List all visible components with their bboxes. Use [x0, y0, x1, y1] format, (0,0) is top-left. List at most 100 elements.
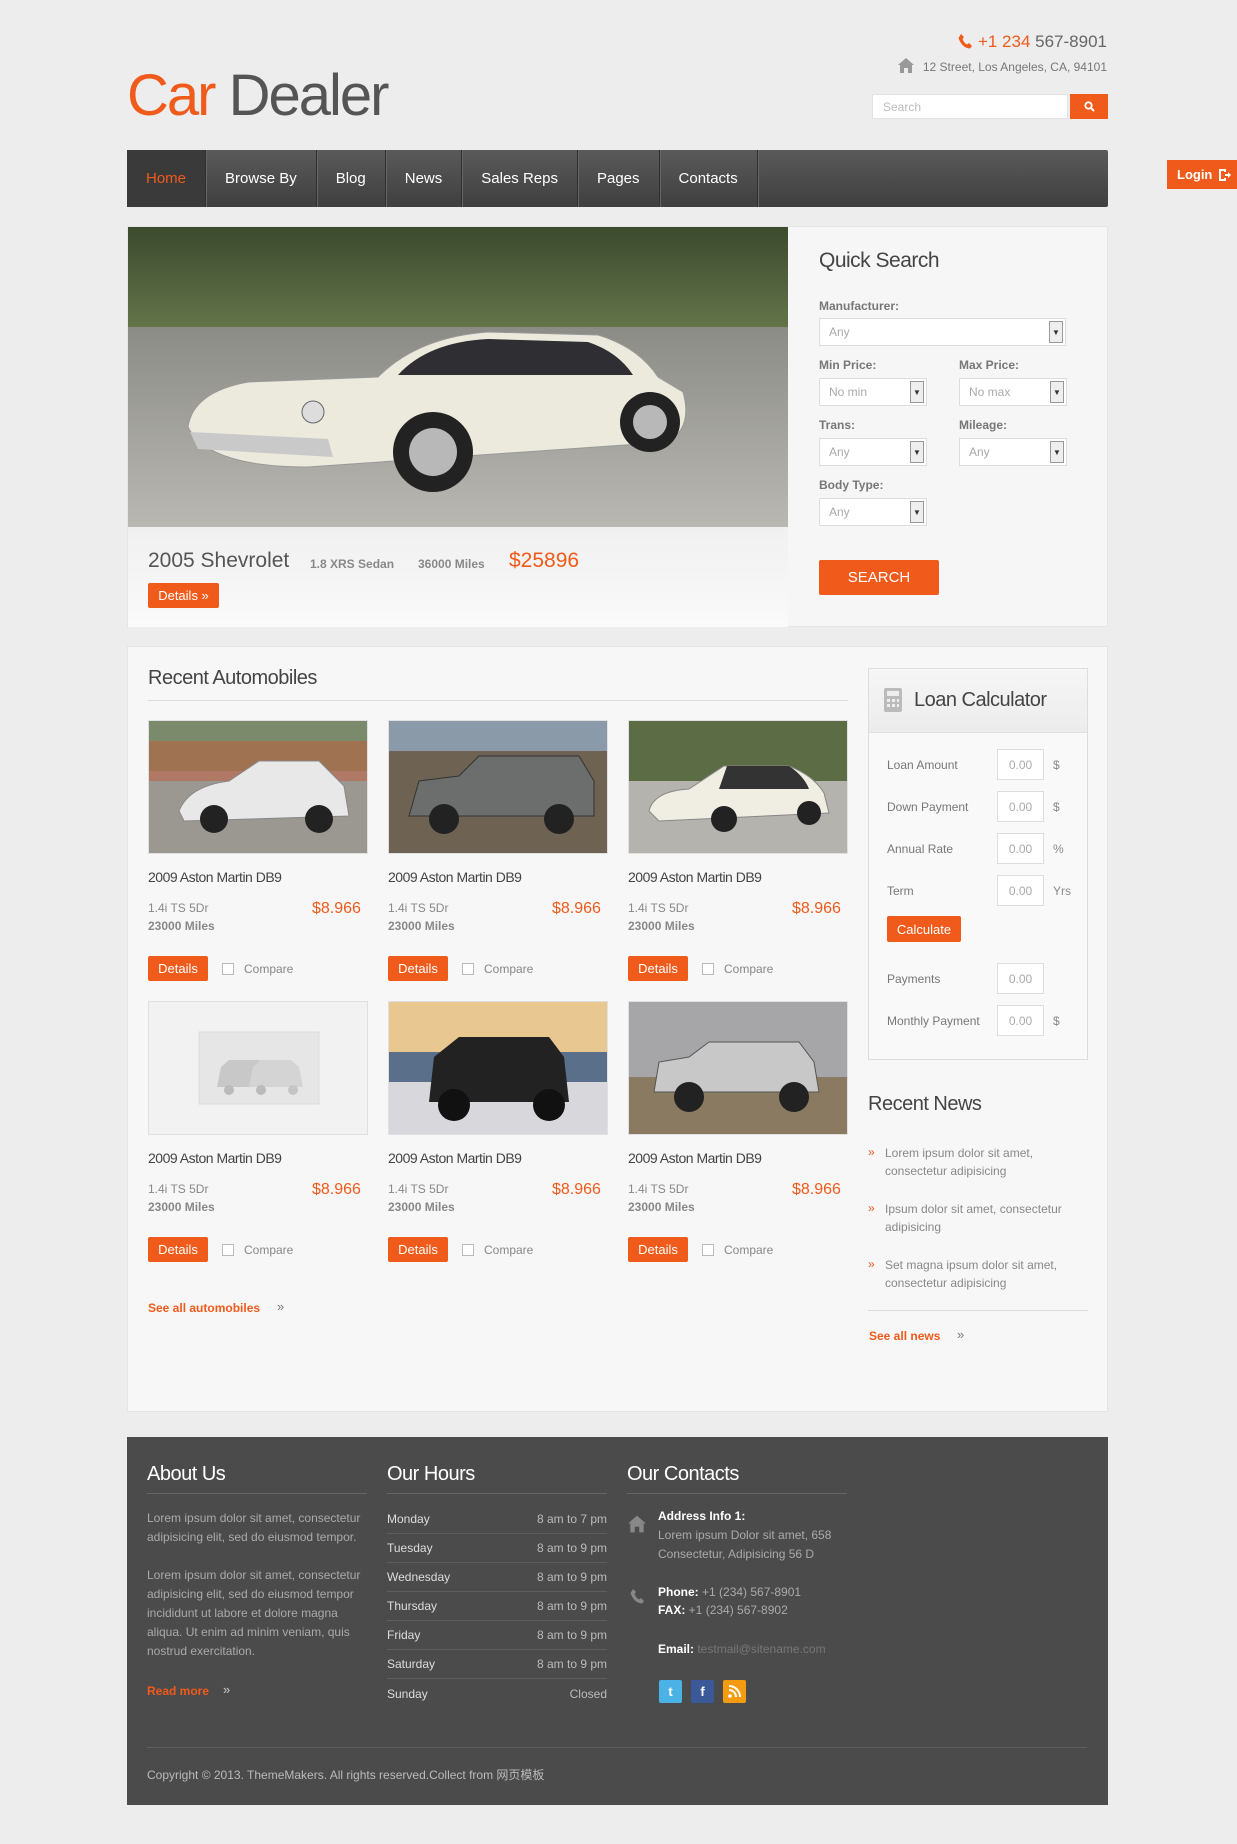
payments-output: 0.00 [997, 963, 1044, 994]
nav-pages[interactable]: Pages [578, 150, 660, 207]
car-name-4[interactable]: 2009 Aston Martin DB9 [148, 1150, 282, 1166]
news-item-3[interactable]: Set magna ipsum dolor sit amet, consecte… [885, 1256, 1075, 1292]
chevron-down-icon: ▼ [910, 501, 924, 523]
car-details-button-2[interactable]: Details [388, 956, 448, 981]
min-price-select[interactable]: No min ▼ [819, 378, 927, 406]
compare-checkbox-6[interactable] [702, 1244, 714, 1256]
section-divider [148, 700, 848, 701]
calculate-button[interactable]: Calculate [887, 916, 961, 942]
double-chevron-right-icon: » [868, 1257, 875, 1271]
car-image-1[interactable] [148, 720, 368, 854]
compare-checkbox-3[interactable] [702, 963, 714, 975]
loan-calculator: Loan Calculator Loan Amount 0.00 $ Down … [868, 668, 1088, 1060]
news-item-2[interactable]: Ipsum dolor sit amet, consectetur adipis… [885, 1200, 1075, 1236]
mileage-select[interactable]: Any ▼ [959, 438, 1067, 466]
hours-time: 8 am to 9 pm [536, 1657, 607, 1671]
header-address: 12 Street, Los Angeles, CA, 94101 [897, 57, 1107, 74]
car-name-5[interactable]: 2009 Aston Martin DB9 [388, 1150, 522, 1166]
compare-checkbox-1[interactable] [222, 963, 234, 975]
quick-search-button[interactable]: SEARCH [819, 560, 939, 595]
car-trim-1: 1.4i TS 5Dr [148, 901, 209, 915]
see-all-news-link[interactable]: See all news [869, 1329, 940, 1343]
search-icon [1083, 101, 1095, 112]
car-trim-6: 1.4i TS 5Dr [628, 1182, 689, 1196]
rss-icon[interactable] [723, 1680, 746, 1703]
nav-news[interactable]: News [386, 150, 463, 207]
car-name-3[interactable]: 2009 Aston Martin DB9 [628, 869, 762, 885]
twitter-icon[interactable]: t [659, 1680, 682, 1703]
trans-label: Trans: [819, 418, 856, 432]
main-content: Recent Automobiles 2009 Aston Martin DB9… [127, 646, 1108, 1412]
about-paragraph-2: Lorem ipsum dolor sit amet, consectetur … [147, 1568, 361, 1658]
car-details-button-1[interactable]: Details [148, 956, 208, 981]
max-price-select[interactable]: No max ▼ [959, 378, 1067, 406]
hero-details-button[interactable]: Details » [148, 583, 219, 608]
min-price-value: No min [829, 385, 868, 399]
car-image-3[interactable] [628, 720, 848, 854]
hours-row: Thursday 8 am to 9 pm [387, 1592, 607, 1621]
news-item-1[interactable]: Lorem ipsum dolor sit amet, consectetur … [885, 1144, 1075, 1180]
logout-icon [1219, 168, 1232, 181]
car-details-button-6[interactable]: Details [628, 1237, 688, 1262]
car-miles-3: 23000 Miles [628, 919, 695, 933]
car-miles-2: 23000 Miles [388, 919, 455, 933]
hours-day: Friday [387, 1628, 421, 1642]
annual-rate-unit: % [1053, 842, 1064, 856]
nav-blog[interactable]: Blog [317, 150, 386, 207]
down-payment-input[interactable]: 0.00 [997, 791, 1044, 822]
email-link[interactable]: testmail@sitename.com [694, 1642, 825, 1656]
car-price-5: $8.966 [552, 1181, 601, 1198]
chevron-down-icon: ▼ [1049, 321, 1063, 343]
search-input[interactable]: Search [872, 94, 1068, 119]
search-button[interactable] [1070, 94, 1108, 119]
calculator-icon [884, 688, 902, 712]
car-details-button-4[interactable]: Details [148, 1237, 208, 1262]
manufacturer-select[interactable]: Any ▼ [819, 318, 1066, 346]
our-hours-title: Our Hours [387, 1463, 475, 1485]
car-details-button-5[interactable]: Details [388, 1237, 448, 1262]
see-all-automobiles-link[interactable]: See all automobiles [148, 1301, 260, 1315]
nav-home[interactable]: Home [127, 150, 207, 207]
car-miles-5: 23000 Miles [388, 1200, 455, 1214]
compare-checkbox-2[interactable] [462, 963, 474, 975]
hours-day: Wednesday [387, 1570, 451, 1584]
site-logo[interactable]: Car Dealer [127, 62, 389, 129]
loan-calculator-header: Loan Calculator [869, 669, 1087, 733]
read-more-link[interactable]: Read more [147, 1684, 209, 1698]
loan-amount-input[interactable]: 0.00 [997, 749, 1044, 780]
car-image-placeholder-4[interactable] [148, 1001, 368, 1135]
trans-select[interactable]: Any ▼ [819, 438, 927, 466]
hero-car-image[interactable] [128, 227, 788, 527]
car-image-6[interactable] [628, 1001, 848, 1135]
compare-checkbox-5[interactable] [462, 1244, 474, 1256]
car-details-button-3[interactable]: Details [628, 956, 688, 981]
car-trim-5: 1.4i TS 5Dr [388, 1182, 449, 1196]
hero-price: $25896 [509, 549, 580, 572]
phone-value: +1 (234) 567-8901 [698, 1585, 802, 1599]
login-button[interactable]: Login [1167, 160, 1237, 189]
footer-divider [147, 1493, 367, 1494]
body-type-select[interactable]: Any ▼ [819, 498, 927, 526]
car-name-2[interactable]: 2009 Aston Martin DB9 [388, 869, 522, 885]
hero-title[interactable]: 2005 Shevrolet [148, 549, 289, 573]
car-name-6[interactable]: 2009 Aston Martin DB9 [628, 1150, 762, 1166]
compare-label-3: Compare [724, 962, 774, 976]
chevron-down-icon: ▼ [1050, 381, 1064, 403]
car-image-5[interactable] [388, 1001, 608, 1135]
body-type-label: Body Type: [819, 478, 884, 492]
nav-browse-by[interactable]: Browse By [206, 150, 317, 207]
car-image-2[interactable] [388, 720, 608, 854]
max-price-value: No max [969, 385, 1011, 399]
compare-checkbox-4[interactable] [222, 1244, 234, 1256]
hours-time: 8 am to 9 pm [536, 1599, 607, 1613]
loan-amount-unit: $ [1053, 758, 1060, 772]
facebook-icon[interactable]: f [691, 1680, 714, 1703]
nav-contacts[interactable]: Contacts [660, 150, 758, 207]
annual-rate-input[interactable]: 0.00 [997, 833, 1044, 864]
footer-divider [387, 1493, 607, 1494]
phone-line: Phone: +1 (234) 567-8901 [658, 1585, 801, 1599]
car-price-1: $8.966 [312, 900, 361, 917]
term-input[interactable]: 0.00 [997, 875, 1044, 906]
nav-sales-reps[interactable]: Sales Reps [462, 150, 578, 207]
car-name-1[interactable]: 2009 Aston Martin DB9 [148, 869, 282, 885]
